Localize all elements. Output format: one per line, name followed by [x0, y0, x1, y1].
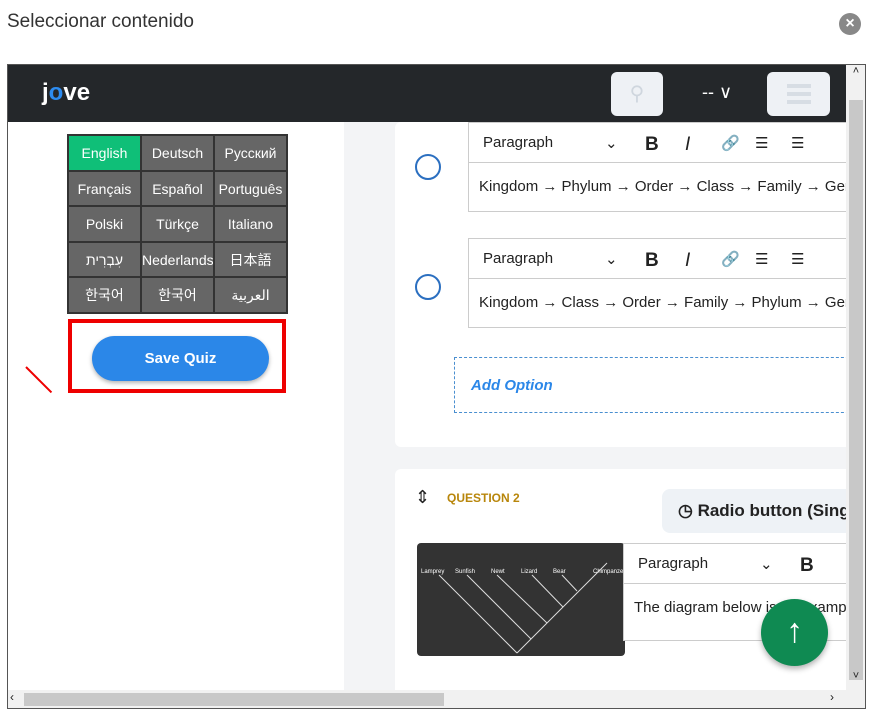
bullet-list-icon[interactable]: ☰ [755, 250, 768, 268]
left-panel: English Deutsch Русский Français Español Port… [8, 122, 344, 692]
option-radio[interactable] [415, 274, 441, 300]
question-1-card: Paragraph ⌄ B I 🔗 ☰ ☰ Kingdom → Phylum → Order… [395, 122, 864, 447]
bold-icon[interactable]: B [800, 555, 814, 577]
numbered-list-icon[interactable]: ☰ [791, 134, 804, 152]
option-radio[interactable] [415, 154, 441, 180]
option-editor[interactable]: Paragraph ⌄ B I 🔗 ☰ ☰ Kingdom → Class → Order … [468, 238, 858, 328]
scroll-top-button[interactable]: ↑ [761, 599, 828, 666]
italic-icon[interactable]: I [685, 250, 690, 272]
bullet-list-icon[interactable]: ☰ [755, 134, 768, 152]
image-label: Lamprey [421, 569, 444, 575]
language-grid: English Deutsch Русский Français Español Port… [67, 134, 288, 314]
image-label: Lizard [521, 569, 537, 575]
link-icon[interactable]: 🔗 [721, 134, 740, 152]
language-option[interactable]: Русский [214, 135, 287, 171]
language-option[interactable]: Italiano [214, 206, 287, 242]
question-label: QUESTION 2 [447, 491, 520, 505]
language-option[interactable]: Nederlands [141, 241, 214, 277]
vertical-scrollbar[interactable]: ˄ ˅ [846, 65, 865, 690]
italic-icon[interactable]: I [685, 134, 690, 156]
language-option[interactable]: Español [141, 170, 214, 206]
question-type-label: Radio button (Single [697, 501, 862, 520]
format-select[interactable]: Paragraph [638, 555, 708, 572]
image-label: Chimpanzee [593, 569, 625, 575]
option-text[interactable]: Kingdom → Phylum → Order → Class → Famil… [469, 163, 857, 211]
language-option[interactable]: Português [214, 170, 287, 206]
language-option[interactable]: עִבְרִית [68, 241, 141, 277]
dialog-title: Seleccionar contenido [7, 11, 194, 32]
language-option[interactable]: 한국어 [141, 277, 214, 313]
language-option[interactable]: 한국어 [68, 277, 141, 313]
content-frame: jove ⚲ -- ∨ English Deutsch Русский Françai… [7, 64, 866, 709]
bold-icon[interactable]: B [645, 250, 659, 272]
image-label: Sunfish [455, 569, 475, 575]
option-text[interactable]: Kingdom → Class → Order → Family → Phylu… [469, 279, 857, 327]
search-button[interactable]: ⚲ [611, 72, 663, 116]
question-type-select[interactable]: ◷ Radio button (Single [662, 489, 862, 533]
language-option[interactable]: Français [68, 170, 141, 206]
cladogram-image[interactable]: Lamprey Sunfish Newt Lizard Bear Chimpanzee [417, 543, 625, 656]
language-option[interactable]: Deutsch [141, 135, 214, 171]
option-editor[interactable]: Paragraph ⌄ B I 🔗 ☰ ☰ Kingdom → Phylum → Order… [468, 122, 858, 212]
numbered-list-icon[interactable]: ☰ [791, 250, 804, 268]
search-icon: ⚲ [629, 83, 645, 105]
language-option[interactable]: 日本語 [214, 241, 287, 277]
red-arrow [25, 366, 53, 394]
link-icon[interactable]: 🔗 [721, 250, 740, 268]
language-dropdown[interactable]: -- ∨ [702, 82, 732, 103]
save-quiz-button[interactable]: Save Quiz [92, 336, 269, 381]
navbar: jove ⚲ -- ∨ [8, 65, 846, 122]
language-option[interactable]: English [68, 135, 141, 171]
language-option[interactable]: Türkçe [141, 206, 214, 242]
language-option[interactable]: Polski [68, 206, 141, 242]
menu-button[interactable] [767, 72, 830, 116]
add-option-button[interactable]: Add Option [454, 357, 864, 413]
language-option[interactable]: العربية [214, 277, 287, 313]
check-circle-icon: ◷ [678, 501, 698, 520]
reorder-icon[interactable]: ⇕ [415, 487, 430, 508]
horizontal-scrollbar[interactable]: ‹ › [8, 690, 865, 708]
format-select[interactable]: Paragraph [483, 134, 553, 151]
format-select[interactable]: Paragraph [483, 250, 553, 267]
image-label: Bear [553, 569, 566, 575]
image-label: Newt [491, 569, 505, 575]
close-icon[interactable]: × [839, 13, 861, 35]
arrow-up-icon: ↑ [786, 612, 803, 650]
jove-logo[interactable]: jove [42, 79, 90, 107]
highlight-box: Save Quiz [68, 319, 286, 393]
bold-icon[interactable]: B [645, 134, 659, 156]
